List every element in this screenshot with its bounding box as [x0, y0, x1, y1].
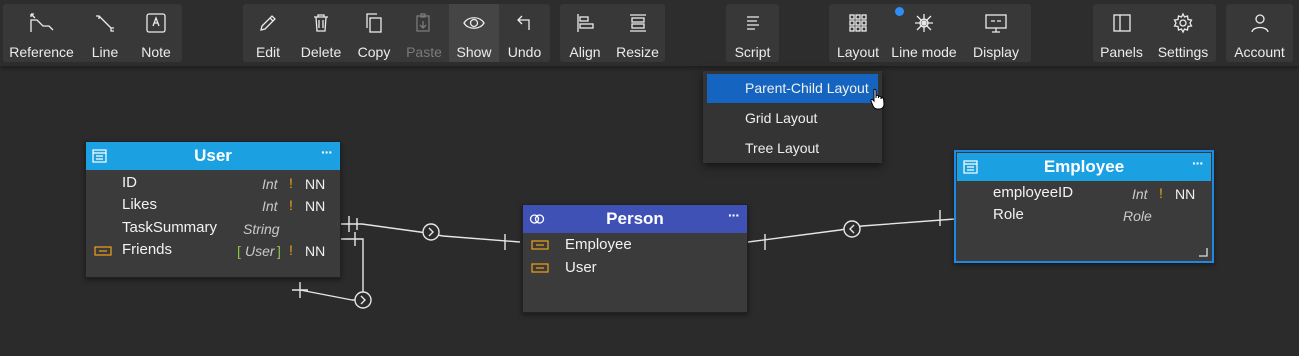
field-name[interactable]: ID — [122, 174, 137, 196]
entity-title: User — [194, 146, 232, 165]
field-name[interactable]: employeeID — [993, 184, 1073, 206]
field-type: Int — [1132, 186, 1148, 202]
more-options-icon[interactable]: ··· — [1192, 155, 1204, 171]
required-marker: ! — [1159, 185, 1163, 201]
field-type: Role — [1123, 208, 1152, 224]
entity-person-header[interactable]: Person ··· — [523, 205, 747, 233]
not-null-marker: NN — [305, 198, 326, 214]
required-marker: ! — [289, 197, 293, 213]
direction-circle-icon — [843, 220, 861, 238]
field-name[interactable]: Employee — [565, 236, 632, 258]
entity-employee[interactable]: Employee ··· employeeID Int ! NN Role Ro… — [954, 150, 1214, 263]
list-bracket-open: [ — [237, 243, 241, 259]
not-null-marker: NN — [305, 176, 326, 192]
resize-handle-icon[interactable] — [1198, 247, 1208, 257]
menu-item-grid-layout[interactable]: Grid Layout — [707, 104, 878, 133]
list-bracket-close: ] — [277, 243, 281, 259]
required-marker: ! — [289, 175, 293, 191]
menu-item-tree-layout[interactable]: Tree Layout — [707, 134, 878, 163]
reference-field-icon — [94, 246, 112, 256]
entity-employee-header[interactable]: Employee ··· — [957, 153, 1211, 181]
entity-user-header[interactable]: User ··· — [86, 142, 340, 170]
layout-dropdown-menu: Parent-Child Layout Grid Layout Tree Lay… — [703, 71, 882, 163]
hand-cursor-icon — [870, 88, 885, 110]
not-null-marker: NN — [1175, 186, 1196, 202]
field-name[interactable]: Friends — [122, 241, 172, 263]
field-name[interactable]: Likes — [122, 196, 157, 218]
field-type: Int — [262, 198, 278, 214]
more-options-icon[interactable]: ··· — [321, 144, 333, 160]
menu-item-parent-child-layout[interactable]: Parent-Child Layout — [707, 74, 878, 103]
field-name[interactable]: TaskSummary — [122, 219, 217, 241]
direction-circle-icon — [354, 291, 372, 309]
field-type: String — [243, 221, 280, 237]
field-name[interactable]: User — [565, 259, 597, 281]
field-name[interactable]: Role — [993, 206, 1024, 228]
required-marker: ! — [289, 242, 293, 258]
entity-title: Employee — [1043, 157, 1125, 176]
direction-circle-icon — [422, 223, 440, 241]
entity-title: Person — [606, 209, 664, 228]
more-options-icon[interactable]: ··· — [728, 207, 740, 223]
reference-field-icon — [531, 263, 549, 273]
field-type: Int — [262, 176, 278, 192]
not-null-marker: NN — [305, 243, 326, 259]
reference-field-icon — [531, 240, 549, 250]
field-type: User — [245, 243, 275, 259]
entity-person[interactable]: Person ··· Employee User — [522, 204, 748, 313]
entity-user[interactable]: User ··· ID Int ! NN Likes Int ! NN Task… — [85, 141, 341, 278]
